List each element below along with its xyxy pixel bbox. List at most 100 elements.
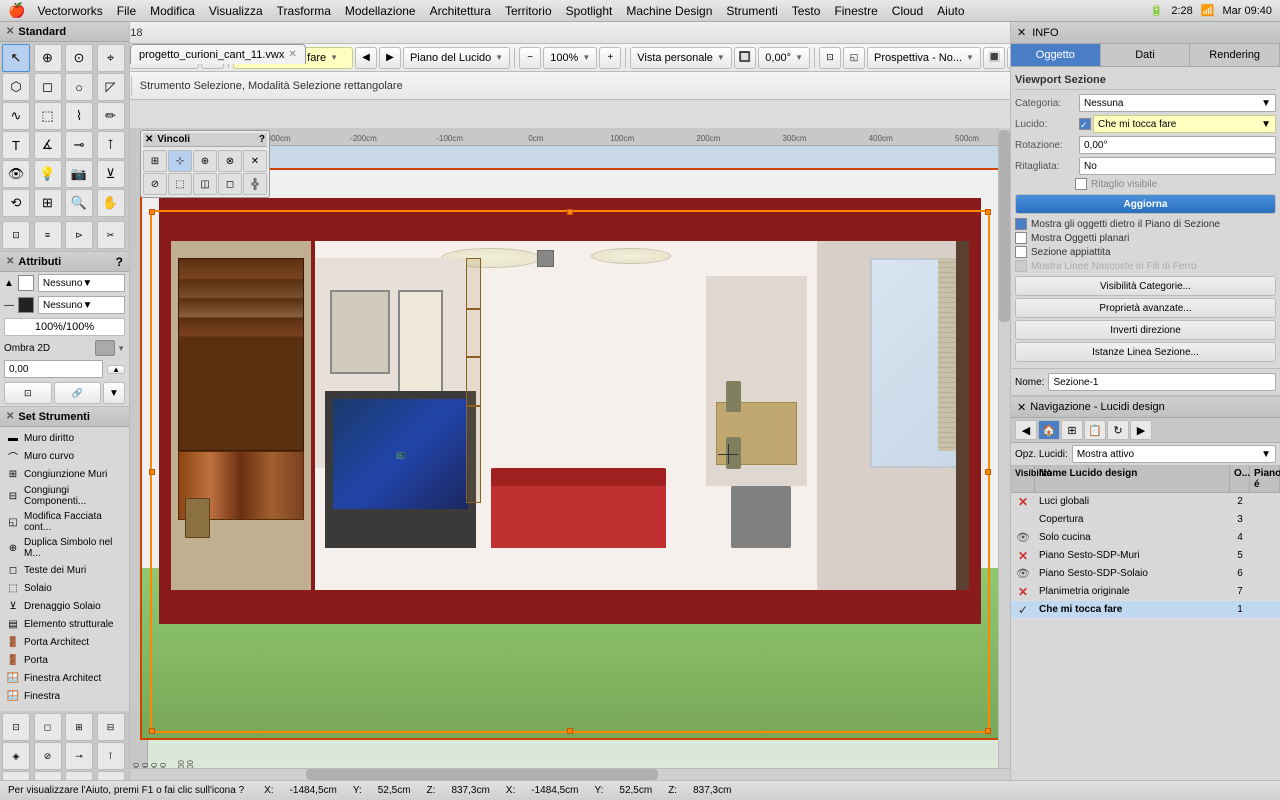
lucido-dropdown[interactable]: Piano del Lucido ▼ bbox=[403, 47, 510, 69]
menu-vectorworks[interactable]: Vectorworks bbox=[37, 4, 102, 18]
tool-extra1[interactable]: ⊡ bbox=[2, 221, 30, 249]
categoria-dropdown[interactable]: Nessuna ▼ bbox=[1079, 94, 1276, 112]
nav-row-6[interactable]: ✓ Che mi tocca fare 1 bbox=[1011, 601, 1280, 619]
main-canvas[interactable]: -400cm -300cm -200cm -100cm 0cm 100cm 20… bbox=[130, 128, 1010, 780]
menu-architettura[interactable]: Architettura bbox=[430, 4, 491, 18]
vincoli-btn7[interactable]: ⬚ bbox=[168, 173, 192, 195]
attributi-collapse-icon[interactable]: ✕ bbox=[6, 256, 14, 267]
cb-mostra-planari[interactable] bbox=[1015, 232, 1027, 244]
canvas-scrollbar-h[interactable] bbox=[130, 768, 1010, 780]
tool-extra2[interactable]: ≡ bbox=[34, 221, 62, 249]
cb-sezione-appiattita[interactable] bbox=[1015, 246, 1027, 258]
strumenti-item-11[interactable]: 🚪 Porta bbox=[2, 651, 127, 669]
tool-extra3[interactable]: ⊳ bbox=[65, 221, 93, 249]
tool-text[interactable]: T bbox=[2, 131, 30, 159]
menu-aiuto[interactable]: Aiuto bbox=[937, 4, 964, 18]
tab-dati[interactable]: Dati bbox=[1101, 44, 1191, 66]
tool-ellipse[interactable]: ○ bbox=[65, 73, 93, 101]
stroke-dropdown[interactable]: Nessuno ▼ bbox=[38, 296, 125, 314]
nav-vis-6[interactable]: ✓ bbox=[1011, 603, 1035, 617]
attributi-help-icon[interactable]: ? bbox=[116, 255, 123, 269]
proprieta-avanzate-btn[interactable]: Proprietà avanzate... bbox=[1015, 298, 1276, 318]
nav-resources-btn[interactable]: ▶ bbox=[1130, 420, 1152, 440]
zoom-out-btn[interactable]: − bbox=[519, 47, 541, 69]
nav-vis-4[interactable]: 👁 bbox=[1011, 567, 1035, 580]
strumenti-item-0[interactable]: ▬ Muro diritto bbox=[2, 429, 127, 447]
tool-arc[interactable]: ∿ bbox=[2, 102, 30, 130]
vincoli-btn8[interactable]: ◫ bbox=[193, 173, 217, 195]
attr-btn1[interactable]: ⊡ bbox=[4, 382, 52, 404]
view-icon-btn[interactable]: 🔲 bbox=[734, 47, 756, 69]
tool-section[interactable]: ⊺ bbox=[97, 131, 125, 159]
bottom-tool7[interactable]: ⊸ bbox=[65, 742, 93, 770]
fill-swatch[interactable] bbox=[18, 275, 34, 291]
bottom-tool4[interactable]: ⊟ bbox=[97, 713, 125, 741]
vincoli-btn9[interactable]: ◻ bbox=[218, 173, 242, 195]
menu-strumenti[interactable]: Strumenti bbox=[726, 4, 777, 18]
tool-light[interactable]: 💡 bbox=[34, 160, 62, 188]
zoom-dropdown[interactable]: 100% ▼ bbox=[543, 47, 597, 69]
menu-machine-design[interactable]: Machine Design bbox=[626, 4, 712, 18]
shadow-arrow[interactable]: ▼ bbox=[117, 344, 125, 353]
menu-visualizza[interactable]: Visualizza bbox=[209, 4, 263, 18]
tool-polyline[interactable]: ⬚ bbox=[34, 102, 62, 130]
tool-eye[interactable]: 👁 bbox=[2, 160, 30, 188]
canvas-inner[interactable]: -400cm -300cm -200cm -100cm 0cm 100cm 20… bbox=[130, 128, 1010, 780]
handle-mr[interactable] bbox=[985, 469, 991, 475]
vincoli-btn1[interactable]: ⊞ bbox=[143, 150, 167, 172]
tool-zoom[interactable]: 🔍 bbox=[65, 189, 93, 217]
opz-lucidi-dropdown[interactable]: Mostra attivo ▼ bbox=[1072, 445, 1276, 463]
vincoli-btn5[interactable]: ✕ bbox=[243, 150, 267, 172]
standard-header[interactable]: ✕ Standard bbox=[0, 22, 129, 42]
canvas-scrollbar-v[interactable] bbox=[998, 128, 1010, 768]
handle-tl[interactable] bbox=[149, 209, 155, 215]
rotation-dropdown[interactable]: 0,00° ▼ bbox=[758, 47, 810, 69]
vincoli-help-icon[interactable]: ? bbox=[259, 134, 265, 145]
nav-saved-views-btn[interactable]: ↻ bbox=[1107, 420, 1129, 440]
tool-extra4[interactable]: ✂ bbox=[97, 221, 125, 249]
vincoli-btn4[interactable]: ⊗ bbox=[218, 150, 242, 172]
perspective-dropdown[interactable]: Prospettiva - No... ▼ bbox=[867, 47, 981, 69]
lucido-check[interactable] bbox=[1079, 118, 1091, 130]
menu-testo[interactable]: Testo bbox=[792, 4, 821, 18]
bottom-tool2[interactable]: ◻ bbox=[34, 713, 62, 741]
tool-triangle[interactable]: ◸ bbox=[97, 73, 125, 101]
tool-select[interactable]: ↖ bbox=[2, 44, 30, 72]
strumenti-item-5[interactable]: ⊕ Duplica Simbolo nel M... bbox=[2, 535, 127, 561]
tool-rotate[interactable]: ⊙ bbox=[65, 44, 93, 72]
attr-btn2[interactable]: 🔗 bbox=[54, 382, 102, 404]
handle-tr[interactable] bbox=[985, 209, 991, 215]
nav-row-3[interactable]: ✕ Piano Sesto-SDP-Muri 5 bbox=[1011, 547, 1280, 565]
tool-pan[interactable]: ✋ bbox=[97, 189, 125, 217]
tool-spline[interactable]: ⌇ bbox=[65, 102, 93, 130]
vincoli-collapse-icon[interactable]: ✕ bbox=[145, 134, 153, 145]
bottom-tool8[interactable]: ⊺ bbox=[97, 742, 125, 770]
tool-polygon[interactable]: ⬡ bbox=[2, 73, 30, 101]
tool-camera[interactable]: 📷 bbox=[65, 160, 93, 188]
istanze-linea-sezione-btn[interactable]: Istanze Linea Sezione... bbox=[1015, 342, 1276, 362]
apple-logo-icon[interactable]: 🍎 bbox=[8, 2, 25, 19]
nav-row-2[interactable]: 👁 Solo cucina 4 bbox=[1011, 529, 1280, 547]
tool-dimension[interactable]: ∡ bbox=[34, 131, 62, 159]
aggiorna-btn[interactable]: Aggiorna bbox=[1015, 194, 1276, 214]
tool-leader[interactable]: ⊸ bbox=[65, 131, 93, 159]
strumenti-item-1[interactable]: ⌒ Muro curvo bbox=[2, 447, 127, 465]
strumenti-item-2[interactable]: ⊞ Congiunzione Muri bbox=[2, 465, 127, 483]
strumenti-item-6[interactable]: ◻ Teste dei Muri bbox=[2, 561, 127, 579]
tab-close-icon[interactable]: ✕ bbox=[288, 49, 296, 60]
menu-modifica[interactable]: Modifica bbox=[150, 4, 195, 18]
menu-spotlight[interactable]: Spotlight bbox=[566, 4, 613, 18]
nome-value[interactable]: Sezione-1 bbox=[1048, 373, 1276, 391]
vincoli-btn2[interactable]: ⊹ bbox=[168, 150, 192, 172]
tool-scale[interactable]: ⌖ bbox=[97, 44, 125, 72]
file-tab[interactable]: progetto_curioni_cant_11.vwx ✕ bbox=[130, 44, 306, 64]
tab-oggetto[interactable]: Oggetto bbox=[1011, 44, 1101, 66]
nav-back-btn[interactable]: ◀ bbox=[1015, 420, 1037, 440]
handle-ml[interactable] bbox=[149, 469, 155, 475]
3d-btn2[interactable]: ◱ bbox=[843, 47, 865, 69]
info-close-icon[interactable]: ✕ bbox=[1017, 26, 1026, 39]
layer-icon-btn2[interactable]: ▶ bbox=[379, 47, 401, 69]
strumenti-item-10[interactable]: 🚪 Porta Architect bbox=[2, 633, 127, 651]
vincoli-btn10[interactable]: ╬ bbox=[243, 173, 267, 195]
lucido-dropdown[interactable]: Che mi tocca fare ▼ bbox=[1093, 115, 1276, 133]
